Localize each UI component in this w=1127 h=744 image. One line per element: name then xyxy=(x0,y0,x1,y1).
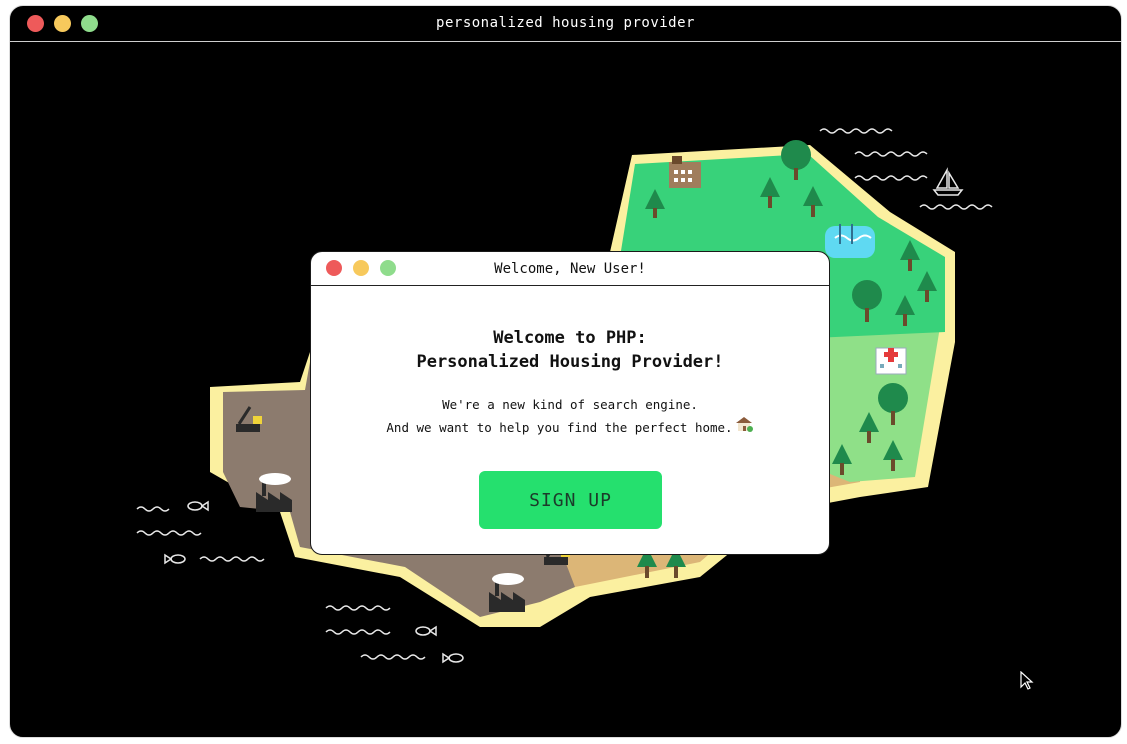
wave-icon xyxy=(819,128,893,134)
window-title: personalized housing provider xyxy=(436,15,695,31)
wave-icon xyxy=(325,605,391,611)
welcome-heading-line2: Personalized Housing Provider! xyxy=(416,352,724,372)
fish-icon xyxy=(187,500,209,512)
wave-icon xyxy=(854,175,928,181)
island-scene: Welcome, New User! Welcome to PHP: Perso… xyxy=(10,42,1121,737)
mouse-cursor-icon xyxy=(1020,671,1034,690)
description-line2: And we want to help you find the perfect… xyxy=(386,420,733,435)
swimming-pool-icon xyxy=(825,224,875,258)
fish-icon xyxy=(164,553,186,565)
hospital-icon xyxy=(875,347,907,375)
sailboat-icon xyxy=(932,167,964,196)
dialog-title: Welcome, New User! xyxy=(494,261,646,277)
fish-icon xyxy=(442,652,464,664)
wave-icon xyxy=(199,556,265,562)
window-titlebar: personalized housing provider xyxy=(10,6,1121,42)
wave-icon xyxy=(325,629,391,635)
welcome-dialog: Welcome, New User! Welcome to PHP: Perso… xyxy=(310,251,830,555)
description-line1: We're a new kind of search engine. xyxy=(442,397,698,412)
welcome-heading-line1: Welcome to PHP: xyxy=(493,328,647,348)
dialog-titlebar: Welcome, New User! xyxy=(311,252,829,286)
house-with-garden-icon xyxy=(735,417,753,432)
fish-icon xyxy=(415,625,437,637)
app-window: personalized housing provider Welcome, N… xyxy=(9,5,1122,738)
wave-icon xyxy=(136,506,170,512)
wave-icon xyxy=(136,530,202,536)
wave-icon xyxy=(919,204,993,210)
welcome-heading: Welcome to PHP: Personalized Housing Pro… xyxy=(311,326,829,374)
sign-up-button[interactable]: SIGN UP xyxy=(479,471,662,529)
description-line2-wrap: And we want to help you find the perfect… xyxy=(311,415,829,438)
welcome-description: We're a new kind of search engine. And w… xyxy=(311,395,829,438)
wave-icon xyxy=(360,654,426,660)
wave-icon xyxy=(854,151,928,157)
